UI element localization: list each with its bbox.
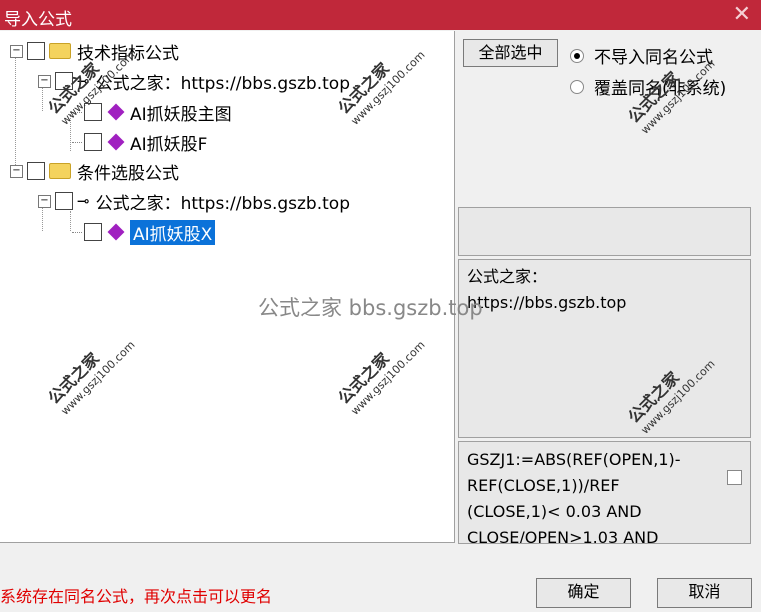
info-line: https://bbs.gszb.top: [467, 293, 627, 312]
key-icon: ⊸: [77, 192, 90, 210]
select-all-button[interactable]: 全部选中: [463, 39, 558, 67]
formula-tree[interactable]: − 技术指标公式 − ⊸ 公式之家：https://bbs.gszb.top A…: [0, 31, 455, 543]
ok-button[interactable]: 确定: [536, 578, 631, 608]
code-line: CLOSE/OPEN>1.03 AND: [467, 528, 659, 543]
folder-icon: [49, 163, 71, 179]
tree-connector: [72, 141, 82, 143]
center-watermark: 公式之家 bbs.gszb.top: [258, 296, 483, 320]
checkbox[interactable]: [27, 42, 45, 60]
collapse-icon[interactable]: −: [38, 74, 51, 88]
formula-icon: [107, 223, 125, 241]
code-line: GSZJ1:=ABS(REF(OPEN,1)-: [467, 450, 681, 469]
code-line: REF(CLOSE,1))/REF: [467, 476, 620, 495]
watermark: 公式之家 www.gszj100.com: [334, 338, 428, 418]
tree-node-formula[interactable]: AI抓妖股主图: [72, 100, 232, 125]
collapse-icon[interactable]: −: [38, 194, 51, 208]
info-panel: 公式之家： https://bbs.gszb.top: [458, 259, 751, 438]
tree-node-formula-selected[interactable]: AI抓妖股X: [72, 219, 216, 245]
tree-node-label: AI抓妖股X: [130, 219, 216, 245]
tree-node-group[interactable]: − ⊸ 公式之家：https://bbs.gszb.top: [38, 189, 350, 214]
collapse-icon[interactable]: −: [10, 44, 23, 58]
title-bar: 导入公式 ✕: [0, 0, 761, 30]
tree-node-label: 公式之家：https://bbs.gszb.top: [95, 193, 350, 214]
checkbox[interactable]: [27, 162, 45, 180]
code-checkbox[interactable]: [727, 470, 742, 485]
tree-node-label: 条件选股公式: [77, 163, 179, 184]
tree-node-label: AI抓妖股F: [130, 134, 208, 155]
checkbox[interactable]: [55, 192, 73, 210]
info-line: 公式之家：: [467, 267, 548, 286]
tree-node-label: 公式之家：https://bbs.gszb.top: [95, 73, 350, 94]
tree-line: [70, 211, 71, 231]
watermark: 公式之家 www.gszj100.com: [44, 338, 138, 418]
checkbox[interactable]: [84, 133, 102, 151]
formula-icon: [107, 103, 125, 121]
status-message: 系统存在同名公式，再次点击可以更名: [0, 587, 273, 606]
code-line: (CLOSE,1)< 0.03 AND: [467, 502, 642, 521]
folder-icon: [49, 43, 71, 59]
collapse-icon[interactable]: −: [10, 164, 23, 178]
window-title: 导入公式: [4, 10, 72, 30]
tree-line: [15, 51, 16, 171]
code-panel[interactable]: GSZJ1:=ABS(REF(OPEN,1)- REF(CLOSE,1))/RE…: [458, 441, 751, 544]
formula-icon: [107, 133, 125, 151]
radio-button[interactable]: [570, 48, 584, 63]
tree-connector: [72, 231, 82, 233]
tree-node-label: AI抓妖股主图: [130, 104, 232, 125]
close-icon[interactable]: ✕: [733, 2, 751, 27]
cancel-button[interactable]: 取消: [657, 578, 752, 608]
empty-panel: [458, 207, 751, 256]
radio-button[interactable]: [570, 79, 584, 94]
checkbox[interactable]: [84, 223, 102, 241]
tree-node-formula[interactable]: AI抓妖股F: [72, 130, 208, 155]
tree-node-stock-selection[interactable]: − 条件选股公式: [10, 159, 179, 184]
